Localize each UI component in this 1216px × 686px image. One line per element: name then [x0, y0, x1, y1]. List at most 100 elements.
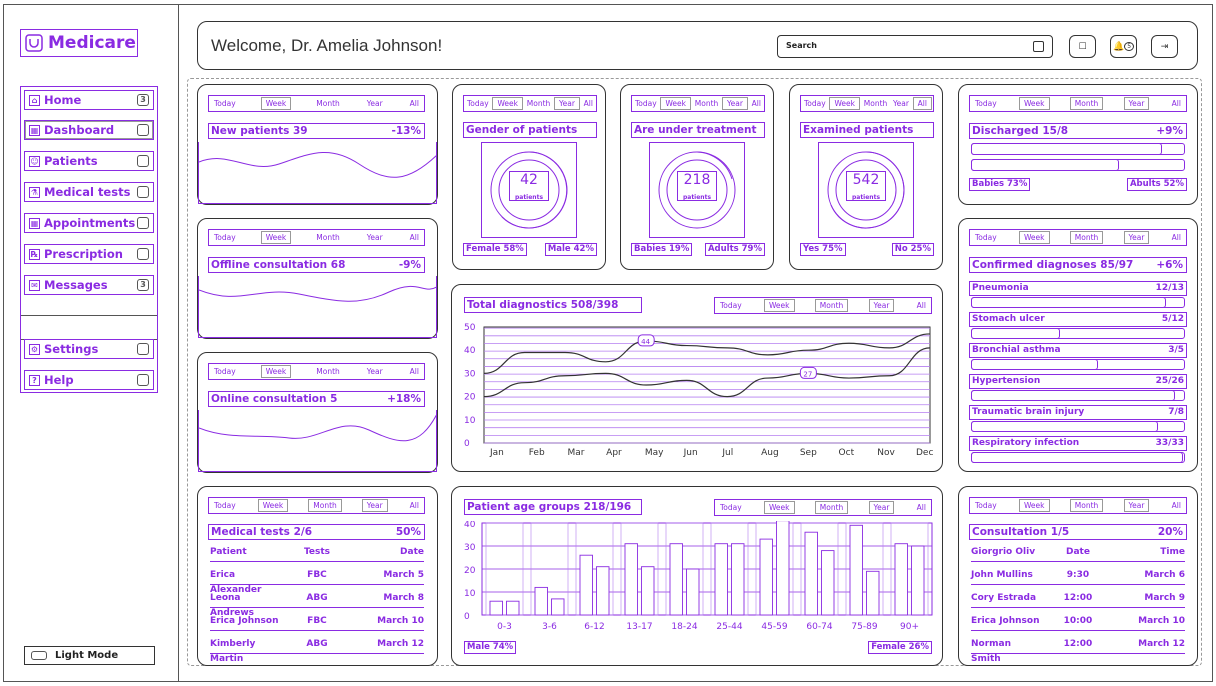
- tab-today[interactable]: Today: [973, 98, 999, 109]
- bar[interactable]: [641, 566, 655, 616]
- bar[interactable]: [489, 600, 503, 616]
- table-row[interactable]: Erica Alexander FBC March 5: [210, 568, 424, 595]
- time-tabs[interactable]: Today Week Month Year All: [969, 229, 1187, 246]
- tab-year[interactable]: Year: [361, 499, 388, 512]
- tab-all[interactable]: All: [1170, 232, 1183, 243]
- tab-all[interactable]: All: [582, 98, 595, 109]
- time-tabs[interactable]: Today Week Month Year All: [800, 95, 934, 112]
- tab-month[interactable]: Month: [314, 98, 342, 109]
- tab-month[interactable]: Month: [814, 299, 849, 312]
- tab-year[interactable]: Year: [868, 299, 895, 312]
- sidebar-item-messages[interactable]: ✉ Messages 3: [24, 275, 154, 295]
- sidebar-item-settings[interactable]: ⚙ Settings: [24, 339, 154, 359]
- table-row[interactable]: Erica Johnson FBC March 10: [210, 614, 424, 631]
- bar[interactable]: [714, 543, 728, 616]
- tab-all[interactable]: All: [915, 502, 928, 513]
- tab-all[interactable]: All: [408, 366, 421, 377]
- tab-today[interactable]: Today: [212, 500, 238, 511]
- tab-today[interactable]: Today: [718, 300, 744, 311]
- tab-all[interactable]: All: [915, 300, 928, 311]
- tab-today[interactable]: Today: [465, 98, 491, 109]
- tab-month[interactable]: Month: [693, 98, 721, 109]
- time-tabs[interactable]: Today Week Month Year All: [969, 497, 1187, 514]
- table-row[interactable]: Norman Smith 12:00 March 12: [971, 637, 1185, 664]
- table-row[interactable]: Leona Andrews ABG March 8: [210, 591, 424, 618]
- light-mode-toggle[interactable]: Light Mode: [24, 646, 155, 665]
- table-row[interactable]: John Mullins 9:30 March 6: [971, 568, 1185, 585]
- search-icon[interactable]: [1033, 41, 1044, 52]
- tab-today[interactable]: Today: [633, 98, 659, 109]
- tab-month[interactable]: Month: [1069, 97, 1104, 110]
- tab-today[interactable]: Today: [718, 502, 744, 513]
- sidebar-item-patients[interactable]: ☺ Patients: [24, 151, 154, 171]
- tab-year[interactable]: Year: [722, 97, 748, 110]
- tab-month[interactable]: Month: [1069, 499, 1104, 512]
- tab-month[interactable]: Month: [308, 499, 342, 512]
- tab-year[interactable]: Year: [554, 97, 580, 110]
- tab-month[interactable]: Month: [862, 98, 890, 109]
- logout-button[interactable]: ⇥: [1151, 35, 1178, 58]
- tab-today[interactable]: Today: [973, 232, 999, 243]
- tab-week[interactable]: Week: [829, 97, 861, 110]
- tab-all[interactable]: All: [912, 97, 932, 110]
- bar[interactable]: [804, 531, 818, 616]
- time-tabs[interactable]: Today Week Month Year All: [714, 499, 932, 516]
- tab-week[interactable]: Week: [660, 97, 692, 110]
- bar[interactable]: [911, 545, 925, 616]
- sidebar-item-home[interactable]: ⌂ Home 3: [24, 90, 154, 110]
- tab-year[interactable]: Year: [365, 366, 385, 377]
- tab-today[interactable]: Today: [212, 232, 238, 243]
- tab-month[interactable]: Month: [314, 366, 342, 377]
- bar[interactable]: [731, 543, 745, 616]
- bar[interactable]: [669, 543, 683, 616]
- bar[interactable]: [596, 566, 610, 616]
- bar[interactable]: [579, 554, 593, 616]
- tab-month[interactable]: Month: [1069, 231, 1104, 244]
- time-tabs[interactable]: Today Week Month Year All: [631, 95, 765, 112]
- tab-month[interactable]: Month: [314, 232, 342, 243]
- sidebar-item-appointments[interactable]: ▦ Appointments: [24, 213, 154, 233]
- bar[interactable]: [776, 521, 790, 616]
- logo[interactable]: Medicare: [20, 29, 138, 57]
- tab-today[interactable]: Today: [212, 98, 238, 109]
- tab-week[interactable]: Week: [260, 97, 292, 110]
- tab-year[interactable]: Year: [365, 98, 385, 109]
- tab-week[interactable]: Week: [763, 501, 795, 514]
- bar[interactable]: [821, 550, 835, 616]
- tab-year[interactable]: Year: [868, 501, 895, 514]
- search-input[interactable]: Search: [777, 35, 1053, 58]
- table-row[interactable]: Erica Johnson 10:00 March 10: [971, 614, 1185, 631]
- tab-year[interactable]: Year: [1123, 97, 1150, 110]
- tab-week[interactable]: Week: [1018, 97, 1050, 110]
- tab-today[interactable]: Today: [973, 500, 999, 511]
- tab-week[interactable]: Week: [260, 365, 292, 378]
- tab-week[interactable]: Week: [1018, 231, 1050, 244]
- tab-week[interactable]: Week: [492, 97, 524, 110]
- tab-today[interactable]: Today: [802, 98, 828, 109]
- tab-year[interactable]: Year: [1123, 499, 1150, 512]
- tab-today[interactable]: Today: [212, 366, 238, 377]
- sidebar-item-medical-tests[interactable]: ⚗ Medical tests: [24, 182, 154, 202]
- profile-button[interactable]: ☐: [1069, 35, 1096, 58]
- bar[interactable]: [624, 543, 638, 616]
- tab-all[interactable]: All: [1170, 98, 1183, 109]
- time-tabs[interactable]: Today Week Month Year All: [208, 229, 425, 246]
- tab-all[interactable]: All: [750, 98, 763, 109]
- tab-all[interactable]: All: [408, 500, 421, 511]
- bar[interactable]: [849, 524, 863, 616]
- tab-week[interactable]: Week: [763, 299, 795, 312]
- tab-week[interactable]: Week: [260, 231, 292, 244]
- notifications-button[interactable]: 🔔 5: [1110, 35, 1137, 58]
- sidebar-item-prescription[interactable]: ℞ Prescription: [24, 244, 154, 264]
- time-tabs[interactable]: Today Week Month Year All: [969, 95, 1187, 112]
- bar[interactable]: [866, 570, 880, 616]
- time-tabs[interactable]: Today Week Month Year All: [208, 497, 425, 514]
- bar[interactable]: [759, 538, 773, 616]
- bar[interactable]: [894, 543, 908, 616]
- tab-year[interactable]: Year: [365, 232, 385, 243]
- table-row[interactable]: Kimberly Martin ABG March 12: [210, 637, 424, 664]
- sidebar-item-help[interactable]: ? Help: [24, 370, 154, 390]
- sidebar-item-dashboard[interactable]: ▦ Dashboard: [24, 120, 154, 140]
- tab-week[interactable]: Week: [257, 499, 289, 512]
- time-tabs[interactable]: Today Week Month Year All: [208, 363, 425, 380]
